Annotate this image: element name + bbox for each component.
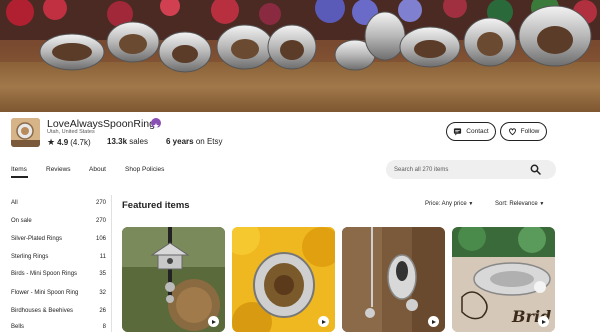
sidebar-item-label: Bells (11, 324, 25, 330)
star-icon: ★ (47, 137, 56, 147)
play-video-icon[interactable] (538, 316, 549, 327)
price-filter-dropdown[interactable]: Price: Any price ▼ (425, 201, 473, 207)
tab-active-indicator (11, 176, 28, 178)
sidebar-item-on-sale[interactable]: On sale 270 (11, 218, 106, 230)
sidebar-divider (111, 195, 112, 332)
star-seller-badge-icon (151, 118, 161, 129)
play-video-icon[interactable] (318, 316, 329, 327)
sales-label: sales (129, 137, 148, 146)
reviews-count: (4.7k) (70, 138, 91, 147)
sidebar-item-all[interactable]: All 270 (11, 200, 106, 212)
contact-button[interactable]: Contact (446, 122, 496, 141)
sidebar-item-count: 11 (99, 254, 106, 260)
tab-shop-policies[interactable]: Shop Policies (125, 166, 164, 173)
featured-items-title: Featured items (122, 200, 190, 211)
follow-label: Follow (520, 128, 540, 135)
sidebar-item-count: 8 (102, 324, 106, 330)
sidebar-item-label: Silver-Plated Rings (11, 236, 63, 242)
caret-down-icon: ▼ (539, 201, 545, 207)
years-label: on Etsy (195, 137, 223, 146)
contact-label: Contact (466, 128, 489, 135)
sidebar-item-label: All (11, 200, 18, 206)
rating-value: 4.9 (57, 138, 69, 147)
sort-dropdown[interactable]: Sort: Relevance ▼ (495, 201, 544, 207)
sidebar-item-birdhouses[interactable]: Birdhouses & Beehives 26 (11, 308, 106, 320)
sidebar-item-count: 26 (99, 308, 106, 314)
sidebar-item-count: 32 (99, 290, 106, 296)
tab-reviews[interactable]: Reviews (46, 166, 71, 173)
caret-down-icon: ▼ (468, 201, 474, 207)
sidebar-item-count: 270 (95, 218, 106, 224)
sidebar-item-flower[interactable]: Flower - Mini Spoon Ring 32 (11, 290, 106, 302)
featured-item-card[interactable] (232, 227, 335, 332)
shop-banner (0, 0, 600, 112)
follow-button[interactable]: Follow (500, 122, 547, 141)
sidebar-item-birds[interactable]: Birds - Mini Spoon Rings 35 (11, 271, 106, 283)
message-icon (454, 128, 462, 136)
search-placeholder: Search all 270 items (394, 166, 449, 173)
sidebar-item-silver-plated-rings[interactable]: Silver-Plated Rings 106 (11, 236, 106, 248)
price-filter-label: Price: Any price (425, 201, 467, 207)
shop-avatar[interactable] (11, 118, 40, 147)
featured-item-card[interactable]: Brid (452, 227, 555, 332)
sidebar-item-label: Birds - Mini Spoon Rings (11, 271, 78, 277)
tab-about[interactable]: About (89, 166, 106, 173)
tab-items[interactable]: Items (11, 166, 27, 173)
sidebar-item-count: 35 (99, 271, 106, 277)
search-icon[interactable] (530, 164, 541, 175)
featured-item-card[interactable] (342, 227, 445, 332)
play-video-icon[interactable] (208, 316, 219, 327)
play-video-icon[interactable] (428, 316, 439, 327)
sidebar-item-label: Flower - Mini Spoon Ring (11, 290, 79, 296)
sort-label: Sort: Relevance (495, 201, 538, 207)
banner-rings (39, 5, 592, 73)
shop-rating[interactable]: ★ 4.9 (4.7k) (47, 137, 91, 148)
sidebar-item-label: Birdhouses & Beehives (11, 308, 74, 314)
sidebar-item-count: 106 (95, 236, 106, 242)
heart-icon (508, 128, 516, 136)
sidebar-item-label: Sterling Rings (11, 254, 49, 260)
sales-value: 13.3k (107, 137, 128, 146)
sidebar-item-sterling-rings[interactable]: Sterling Rings 11 (11, 254, 106, 266)
years-value: 6 years (166, 137, 194, 146)
featured-item-card[interactable] (122, 227, 225, 332)
shop-location: Utah, United States (47, 129, 95, 135)
years-stat: 6 years on Etsy (166, 137, 223, 146)
sidebar-item-bells[interactable]: Bells 8 (11, 324, 106, 332)
sidebar-item-count: 270 (95, 200, 106, 206)
sidebar-item-label: On sale (11, 218, 32, 224)
sales-stat: 13.3k sales (107, 137, 148, 146)
